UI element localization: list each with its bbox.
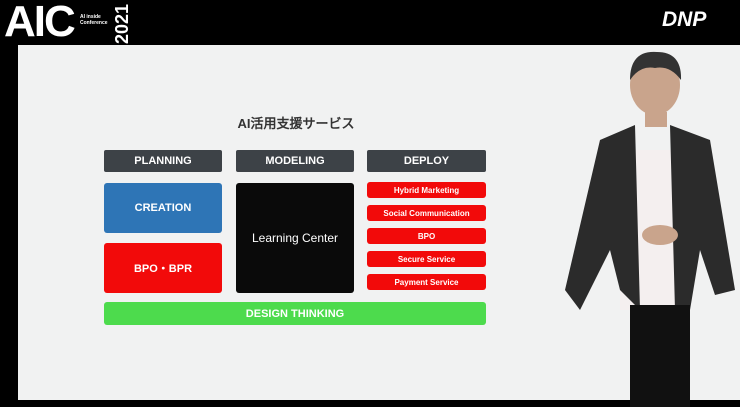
header-deploy: DEPLOY	[367, 150, 486, 172]
box-bpo-bpr: BPO・BPR	[104, 243, 222, 293]
logo-subtitle-2: Conference	[80, 20, 108, 26]
deploy-payment-service: Payment Service	[367, 274, 486, 290]
box-learning-center: Learning Center	[236, 183, 354, 293]
header-modeling: MODELING	[236, 150, 354, 172]
box-creation: CREATION	[104, 183, 222, 233]
logo-year: 2021	[112, 3, 132, 44]
deploy-secure-service: Secure Service	[367, 251, 486, 267]
header-planning: PLANNING	[104, 150, 222, 172]
dnp-logo: DNP	[662, 8, 707, 31]
deploy-social-communication: Social Communication	[367, 205, 486, 221]
slide-title: AI活用支援サービス	[237, 116, 355, 131]
deploy-bpo: BPO	[367, 228, 486, 244]
presenter-figure	[565, 51, 735, 407]
deploy-hybrid-marketing: Hybrid Marketing	[367, 182, 486, 198]
box-design-thinking: DESIGN THINKING	[104, 302, 486, 325]
